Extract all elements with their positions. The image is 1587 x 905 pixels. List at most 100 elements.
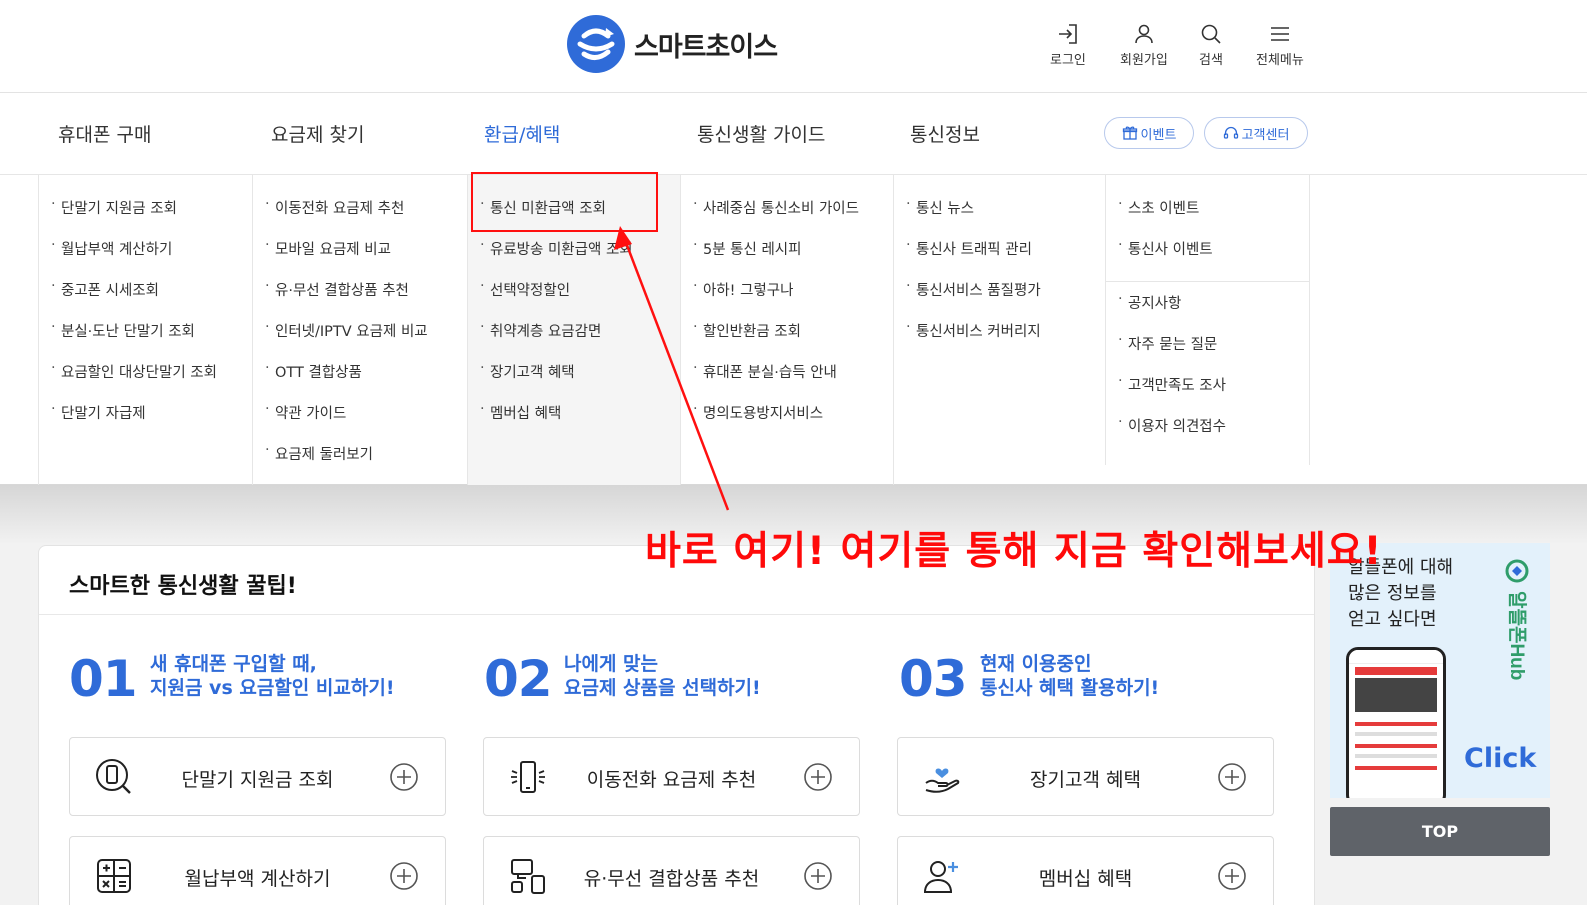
- menu-item[interactable]: 장기고객 혜택: [468, 360, 680, 402]
- menu-item[interactable]: 고객만족도 조사: [1106, 373, 1309, 415]
- menu-item[interactable]: 월납부액 계산하기: [39, 237, 252, 279]
- login-icon: [1058, 24, 1077, 44]
- menu-item[interactable]: 모바일 요금제 비교: [253, 237, 467, 279]
- tip-card-membership[interactable]: 멤버십 혜택: [897, 836, 1274, 905]
- banner-line: 많은 정보를: [1348, 583, 1437, 604]
- menu-item[interactable]: 멤버십 혜택: [468, 401, 680, 443]
- banner-click-label: Click: [1464, 743, 1537, 774]
- plus-icon: [390, 862, 418, 890]
- menu-item[interactable]: 공지사항: [1106, 291, 1309, 333]
- menu-item[interactable]: 통신사 트래픽 관리: [894, 237, 1105, 279]
- step-line: 나에게 맞는: [564, 653, 659, 675]
- menu-column-phone: 단말기 지원금 조회 월납부액 계산하기 중고폰 시세조회 분실·도난 단말기 …: [38, 175, 252, 485]
- menu-item[interactable]: 유·무선 결합상품 추천: [253, 278, 467, 320]
- menu-item[interactable]: 단말기 자급제: [39, 401, 252, 443]
- step-description: 나에게 맞는 요금제 상품을 선택하기!: [564, 652, 761, 700]
- menu-item[interactable]: 단말기 지원금 조회: [39, 196, 252, 238]
- step-line: 현재 이용중인: [980, 653, 1092, 675]
- event-label: 이벤트: [1140, 127, 1177, 143]
- menu-item[interactable]: 약관 가이드: [253, 401, 467, 443]
- add-user-icon: [923, 861, 958, 893]
- calculator-icon: [97, 859, 131, 893]
- step-number: 02: [484, 650, 553, 708]
- phone-search-icon: [96, 759, 131, 794]
- menu-item[interactable]: 이용자 의견접수: [1106, 414, 1309, 456]
- global-nav: 휴대폰 구매 요금제 찾기 환급/혜택 통신생활 가이드 통신정보 이벤트 고객…: [0, 93, 1587, 175]
- devices-icon: [511, 859, 545, 894]
- plus-icon: [1218, 763, 1246, 791]
- menu-item[interactable]: 중고폰 시세조회: [39, 278, 252, 320]
- plus-icon: [1218, 862, 1246, 890]
- nav-life-guide[interactable]: 통신생활 가이드: [697, 120, 825, 147]
- menu-item[interactable]: 명의도용방지서비스: [681, 401, 893, 443]
- menu-column-plan: 이동전화 요금제 추천 모바일 요금제 비교 유·무선 결합상품 추천 인터넷/…: [252, 175, 467, 485]
- logo-icon: [567, 15, 625, 73]
- menu-column-guide: 사례중심 통신소비 가이드 5분 통신 레시피 아하! 그렇구나 할인반환금 조…: [680, 175, 893, 485]
- menu-item[interactable]: 요금제 둘러보기: [253, 442, 467, 484]
- tip-card-label: 멤버십 혜택: [1038, 868, 1133, 890]
- site-logo[interactable]: 스마트초이스: [566, 14, 778, 74]
- menu-item[interactable]: 취약계층 요금감면: [468, 319, 680, 361]
- menu-column-support: 스초 이벤트 통신사 이벤트 공지사항 자주 묻는 질문 고객만족도 조사 이용…: [1105, 175, 1310, 465]
- plus-icon: [804, 862, 832, 890]
- menu-item[interactable]: 요금할인 대상단말기 조회: [39, 360, 252, 402]
- tip-card-label: 월납부액 계산하기: [184, 868, 331, 890]
- search-label: 검색: [1199, 53, 1223, 68]
- scroll-top-button[interactable]: TOP: [1330, 807, 1550, 856]
- menu-item[interactable]: 통신사 이벤트: [1106, 237, 1309, 279]
- svg-text:알뜰폰Hub: 알뜰폰Hub: [1506, 591, 1528, 680]
- mega-menu: 단말기 지원금 조회 월납부액 계산하기 중고폰 시세조회 분실·도난 단말기 …: [0, 175, 1587, 485]
- tips-panel: 스마트한 통신생활 꿀팁! 01 새 휴대폰 구입할 때, 지원금 vs 요금할…: [38, 545, 1315, 905]
- step-description: 새 휴대폰 구입할 때, 지원금 vs 요금할인 비교하기!: [150, 652, 394, 700]
- menu-item[interactable]: 통신 뉴스: [894, 196, 1105, 238]
- menu-item[interactable]: 아하! 그렇구나: [681, 278, 893, 320]
- tip-card-label: 유·무선 결합상품 추천: [583, 868, 760, 890]
- customer-center-button[interactable]: 고객센터: [1204, 117, 1308, 149]
- menu-item[interactable]: 휴대폰 분실·습득 안내: [681, 360, 893, 402]
- tips-title: 스마트한 통신생활 꿀팁!: [69, 574, 297, 599]
- signup-button[interactable]: 회원가입: [1120, 22, 1168, 68]
- headset-icon: [1223, 126, 1238, 139]
- all-menu-button[interactable]: 전체메뉴: [1256, 22, 1304, 68]
- alddeul-hub-logo: 알뜰폰Hub: [1505, 559, 1529, 680]
- menu-item[interactable]: 통신서비스 커버리지: [894, 319, 1105, 361]
- event-button[interactable]: 이벤트: [1104, 117, 1194, 149]
- tip-card-long-term-benefit[interactable]: 장기고객 혜택: [897, 737, 1274, 816]
- alddeul-hub-banner[interactable]: 알뜰폰에 대해 많은 정보를 얻고 싶다면 알뜰폰Hub Click: [1330, 543, 1550, 798]
- tip-card-bundle-recommend[interactable]: 유·무선 결합상품 추천: [483, 836, 860, 905]
- plus-icon: [804, 763, 832, 791]
- search-button[interactable]: 검색: [1199, 22, 1223, 68]
- tip-card-device-subsidy[interactable]: 단말기 지원금 조회: [69, 737, 446, 816]
- menu-item[interactable]: 인터넷/IPTV 요금제 비교: [253, 319, 467, 361]
- nav-plan-finder[interactable]: 요금제 찾기: [271, 120, 364, 147]
- login-button[interactable]: 로그인: [1050, 22, 1086, 68]
- menu-item[interactable]: 자주 묻는 질문: [1106, 332, 1309, 374]
- step-line: 요금제 상품을 선택하기!: [564, 677, 761, 699]
- nav-refund-benefit[interactable]: 환급/혜택: [484, 120, 560, 147]
- menu-item[interactable]: 5분 통신 레시피: [681, 237, 893, 279]
- step-line: 새 휴대폰 구입할 때,: [150, 653, 317, 675]
- menu-column-info: 통신 뉴스 통신사 트래픽 관리 통신서비스 품질평가 통신서비스 커버리지: [893, 175, 1105, 485]
- menu-item[interactable]: 사례중심 통신소비 가이드: [681, 196, 893, 238]
- tip-card-label: 이동전화 요금제 추천: [586, 769, 757, 791]
- signup-label: 회원가입: [1120, 53, 1168, 68]
- menu-item[interactable]: 할인반환금 조회: [681, 319, 893, 361]
- menu-item[interactable]: 통신서비스 품질평가: [894, 278, 1105, 320]
- step-description: 현재 이용중인 통신사 혜택 활용하기!: [980, 652, 1159, 700]
- menu-item[interactable]: 분실·도난 단말기 조회: [39, 319, 252, 361]
- tip-card-label: 단말기 지원금 조회: [181, 769, 334, 791]
- nav-phone-purchase[interactable]: 휴대폰 구매: [58, 120, 151, 147]
- menu-item[interactable]: 선택약정할인: [468, 278, 680, 320]
- menu-item[interactable]: OTT 결합상품: [253, 360, 467, 402]
- tip-card-monthly-payment[interactable]: 월납부액 계산하기: [69, 836, 446, 905]
- divider: [39, 614, 1314, 615]
- menu-item[interactable]: 유료방송 미환급액 조회: [468, 237, 680, 279]
- gift-icon: [1122, 126, 1137, 140]
- nav-telecom-info[interactable]: 통신정보: [910, 120, 980, 147]
- menu-item[interactable]: 이동전화 요금제 추천: [253, 196, 467, 238]
- tip-card-plan-recommend[interactable]: 이동전화 요금제 추천: [483, 737, 860, 816]
- annotation-text: 바로 여기! 여기를 통해 지금 확인해보세요!: [645, 529, 1383, 574]
- step-number: 03: [899, 650, 968, 708]
- menu-item[interactable]: 스초 이벤트: [1106, 196, 1309, 238]
- menu-divider: [1106, 281, 1309, 282]
